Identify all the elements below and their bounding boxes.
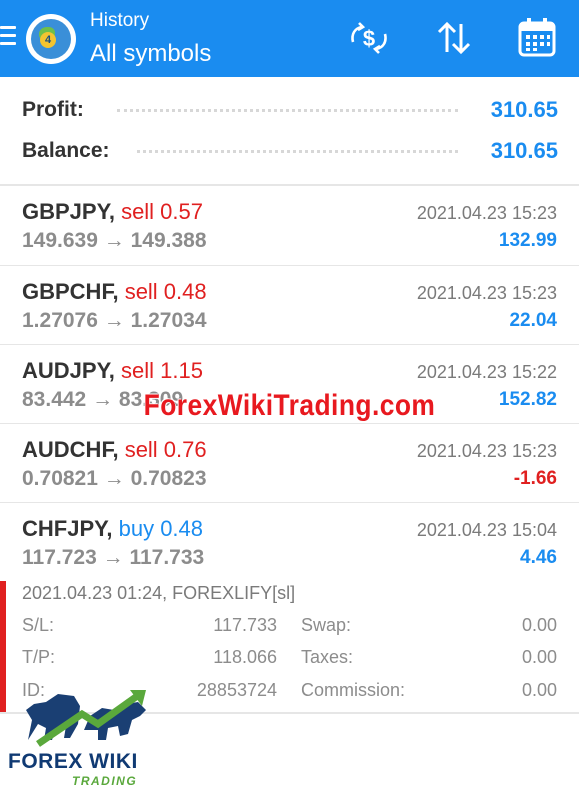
balance-label: Balance: [22, 136, 118, 166]
arrow-icon: → [102, 546, 124, 569]
deal-time: 2021.04.23 15:23 [416, 441, 557, 461]
tp-value: 118.066 [213, 647, 277, 667]
swap-label: Swap: [301, 615, 352, 635]
deal-time: 2021.04.23 15:22 [416, 362, 557, 382]
deal-side: sell 1.15 [121, 358, 203, 383]
logo-trading-text: TRADING [72, 774, 138, 788]
deal-time: 2021.04.23 15:23 [416, 283, 557, 303]
taxes-value: 0.00 [521, 647, 557, 667]
summary-panel: Profit: 310.65 Balance: 310.65 [0, 77, 579, 184]
profit-value: 310.65 [490, 97, 558, 122]
id-value: 28853724 [196, 680, 277, 700]
deal-symbol: GBPJPY, [22, 199, 115, 224]
deal-symbol: AUDJPY, [22, 358, 115, 383]
swap-value: 0.00 [521, 615, 557, 635]
deal-row[interactable]: GBPJPY, sell 0.57 149.639 → 149.388 2021… [0, 186, 579, 264]
deal-profit: 4.46 [520, 547, 557, 568]
sort-by-symbol-button[interactable]: $ [345, 14, 393, 62]
commission-label: Commission: [301, 680, 406, 700]
sort-icon [437, 21, 471, 55]
tp-label: T/P: [22, 647, 56, 667]
deal-comment: 2021.04.23 01:24, FOREXLIFY[sl] [22, 583, 296, 603]
sl-value: 117.733 [213, 615, 277, 635]
sort-by-symbol-icon: $ [351, 22, 387, 54]
open-price: 149.639 [22, 229, 98, 252]
balance-row: Balance: 310.65 [22, 136, 558, 166]
close-price: 117.733 [129, 546, 205, 569]
app-logo-badge: 4 [40, 32, 56, 48]
menu-icon[interactable] [0, 26, 16, 50]
watermark-text: ForexWikiTrading.com [143, 389, 436, 422]
calendar-button[interactable] [513, 14, 561, 62]
dotted-leader [117, 109, 458, 112]
svg-text:$: $ [363, 26, 375, 51]
close-price: 149.388 [130, 229, 207, 252]
deal-time: 2021.04.23 15:04 [416, 520, 557, 540]
deal-symbol: AUDCHF, [22, 437, 119, 462]
deal-side: buy 0.48 [118, 516, 204, 541]
deal-side: sell 0.76 [124, 437, 207, 462]
arrow-icon: → [103, 467, 125, 490]
deal-side: sell 0.57 [121, 199, 204, 224]
deal-row[interactable]: GBPCHF, sell 0.48 1.27076 → 1.27034 2021… [0, 266, 579, 344]
arrow-icon: → [103, 229, 125, 252]
header-subtitle: History [90, 10, 150, 31]
deal-symbol: CHFJPY, [22, 516, 113, 541]
open-price: 0.70821 [22, 467, 98, 490]
deal-profit: -1.66 [513, 468, 557, 489]
deal-row[interactable]: AUDCHF, sell 0.76 0.70821 → 0.70823 2021… [0, 424, 579, 502]
app-logo-icon: 4 [26, 14, 76, 64]
calendar-icon [518, 18, 556, 57]
top-app-bar: 4 History All symbols $ [0, 0, 579, 77]
deal-symbol: GBPCHF, [22, 279, 119, 304]
open-price: 1.27076 [22, 309, 98, 332]
open-price: 117.723 [22, 546, 97, 569]
sl-label: S/L: [22, 615, 55, 635]
dotted-leader [137, 150, 458, 153]
deal-side: sell 0.48 [124, 279, 207, 304]
close-price: 0.70823 [130, 467, 207, 490]
arrow-icon: → [103, 309, 125, 332]
deal-profit: 22.04 [509, 310, 557, 331]
close-price: 1.27034 [130, 309, 207, 332]
profit-row: Profit: 310.65 [22, 95, 558, 125]
balance-value: 310.65 [490, 138, 558, 163]
bull-bear-icon [26, 690, 146, 747]
header-title[interactable]: All symbols [90, 40, 211, 68]
forex-wiki-logo: FOREX WIKI TRADING [8, 680, 158, 792]
deal-profit: 132.99 [498, 230, 557, 251]
taxes-label: Taxes: [301, 647, 354, 667]
logo-brand-text: FOREX WIKI [8, 750, 138, 773]
deal-row-expanded[interactable]: CHFJPY, buy 0.48 117.723 → 117.733 2021.… [0, 503, 579, 581]
sort-button[interactable] [430, 14, 478, 62]
commission-value: 0.00 [521, 680, 557, 700]
profit-label: Profit: [22, 95, 92, 125]
deal-time: 2021.04.23 15:23 [416, 203, 557, 223]
